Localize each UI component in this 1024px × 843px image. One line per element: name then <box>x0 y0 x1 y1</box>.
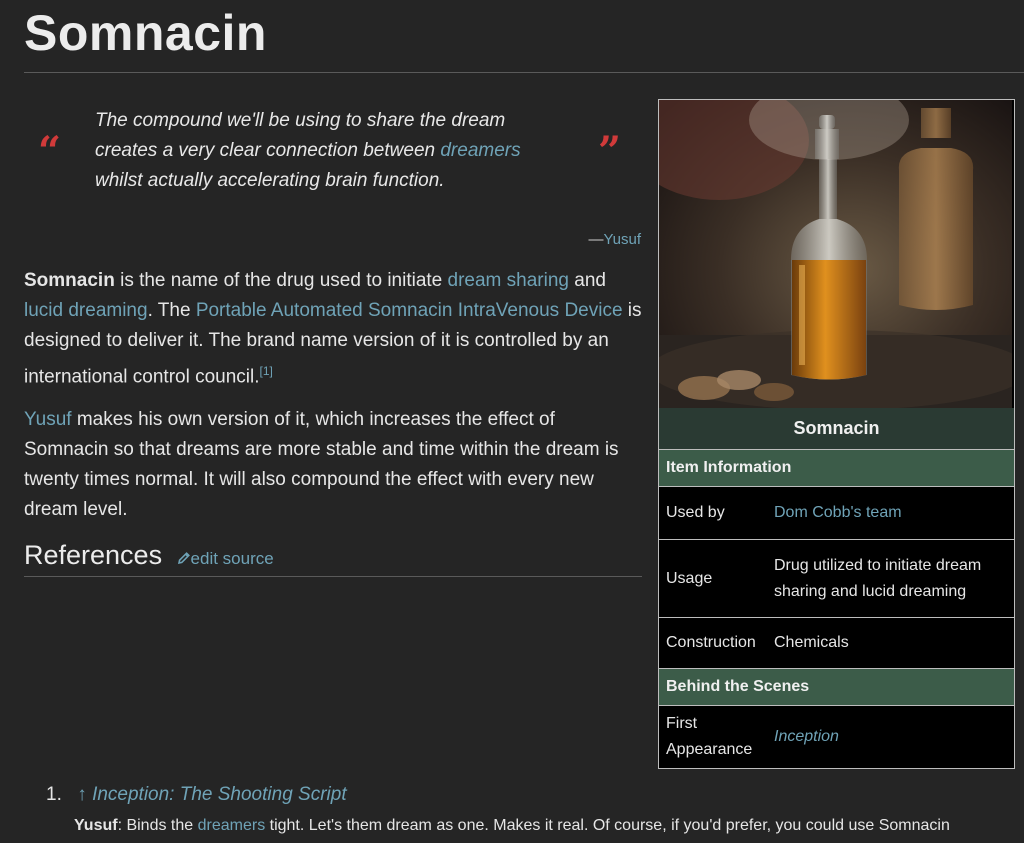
infobox-label: First Appearance <box>666 715 753 758</box>
reference-list-item: 1. ↑ Inception: The Shooting Script <box>46 784 1016 806</box>
pencil-icon <box>177 552 190 565</box>
infobox-row-usage: Usage Drug utilized to initiate dream sh… <box>659 539 1014 617</box>
somnacin-image <box>659 100 1012 408</box>
p1-text-1: is the name of the drug used to initiate <box>114 270 448 291</box>
reference-1-link[interactable]: [1] <box>260 364 273 378</box>
infobox-value: Chemicals <box>774 634 849 651</box>
p2-text: makes his own version of it, which incre… <box>24 409 619 520</box>
quote-line-1: The compound we'll be using to share the… <box>95 110 506 131</box>
reference-quote-text-2: tight. Let's them dream as one. Makes it… <box>265 817 950 834</box>
p1-text-3: . The <box>147 300 196 321</box>
reference-title: Inception: The Shooting Script <box>92 784 347 805</box>
title-divider <box>24 72 1024 73</box>
infobox-value: Dom Cobb's team <box>774 487 1014 539</box>
infobox-row-construction: Construction Chemicals <box>659 617 1014 668</box>
pasiv-device-link[interactable]: Portable Automated Somnacin IntraVenous … <box>196 300 623 321</box>
infobox-label: Construction <box>666 634 756 651</box>
infobox-row-first-appearance: First Appearance Inception <box>659 705 1014 768</box>
infobox-section-item-information: Item Information <box>659 449 1014 486</box>
page-title: Somnacin <box>24 5 267 61</box>
reference-speaker: Yusuf <box>74 817 118 834</box>
inception-link[interactable]: Inception <box>774 724 839 750</box>
yusuf-paragraph: Yusuf makes his own version of it, which… <box>24 405 642 525</box>
edit-source-button[interactable]: edit source <box>177 549 274 568</box>
quote-line-2-text: creates a very clear connection between <box>95 140 441 161</box>
reference-quote-text-1: : Binds the <box>117 817 198 834</box>
infobox: Somnacin Item Information Used by Dom Co… <box>658 99 1015 769</box>
dreamers-link[interactable]: dreamers <box>440 140 520 161</box>
yusuf-link[interactable]: Yusuf <box>24 409 72 430</box>
reference-quote: Yusuf: Binds the dreamers tight. Let's t… <box>74 817 1024 835</box>
quote-author-link[interactable]: Yusuf <box>603 231 641 248</box>
infobox-label: Used by <box>666 504 725 521</box>
article-subject: Somnacin <box>24 270 115 291</box>
quote-attribution: —Yusuf <box>500 231 641 248</box>
open-quote-icon: “ <box>38 128 62 175</box>
infobox-row-used-by: Used by Dom Cobb's team <box>659 486 1014 539</box>
quote-text: The compound we'll be using to share the… <box>95 106 575 196</box>
quote-line-3: whilst actually accelerating brain funct… <box>95 170 445 191</box>
infobox-value: Drug utilized to initiate dream sharing … <box>774 556 982 600</box>
infobox-section-behind-the-scenes: Behind the Scenes <box>659 668 1014 705</box>
reference-backlink-arrow[interactable]: ↑ <box>77 784 87 805</box>
infobox-title: Somnacin <box>659 408 1014 449</box>
reference-dreamers-link[interactable]: dreamers <box>198 817 266 834</box>
edit-source-label[interactable]: edit source <box>191 549 274 568</box>
infobox-label: Usage <box>666 569 713 587</box>
reference-number: 1. <box>46 784 62 805</box>
quote-line-2: creates a very clear connection between … <box>95 136 575 166</box>
references-heading: References edit source <box>24 540 642 577</box>
somnacin-bottles-illustration <box>659 100 1012 408</box>
dom-cobbs-team-link[interactable]: Dom Cobb's team <box>774 500 902 526</box>
close-quote-icon: ” <box>598 128 622 175</box>
intro-paragraph: Somnacin is the name of the drug used to… <box>24 266 642 392</box>
references-title: References <box>24 540 163 570</box>
dream-sharing-link[interactable]: dream sharing <box>448 270 569 291</box>
quote-dash: — <box>588 231 604 248</box>
p1-text-2: and <box>568 270 606 291</box>
infobox-value: Inception <box>774 706 1014 768</box>
lucid-dreaming-link[interactable]: lucid dreaming <box>24 300 148 321</box>
